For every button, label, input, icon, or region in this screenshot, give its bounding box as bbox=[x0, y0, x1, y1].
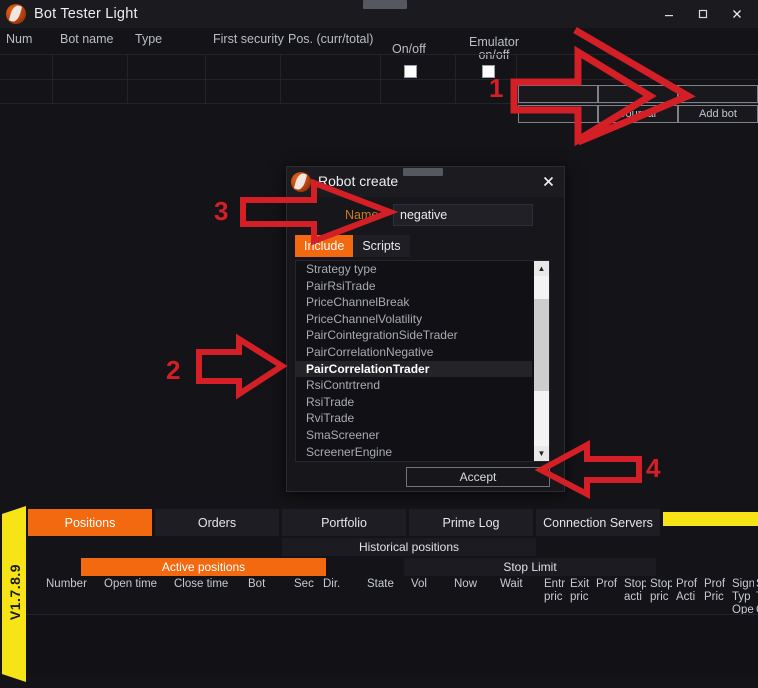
col-num: Num bbox=[6, 32, 33, 46]
annotation-number-3: 3 bbox=[214, 196, 229, 226]
annotation-number-1: 1 bbox=[489, 73, 504, 103]
tab-portfolio[interactable]: Portfolio bbox=[282, 509, 406, 536]
col-pos: Pos. (curr/total) bbox=[288, 32, 374, 46]
action-button-2[interactable] bbox=[598, 85, 678, 103]
tab-scripts[interactable]: Scripts bbox=[353, 235, 410, 257]
tab-include[interactable]: Include bbox=[295, 235, 354, 257]
col-bot: Bot bbox=[248, 578, 266, 590]
onoff-checkbox[interactable] bbox=[404, 65, 417, 78]
bot-action-buttons: Journal Add bot bbox=[518, 85, 758, 123]
close-icon[interactable] bbox=[538, 171, 558, 191]
journal-button[interactable]: Journal bbox=[598, 105, 678, 123]
positions-table-body[interactable] bbox=[26, 614, 758, 675]
bottom-panel: Positions Orders Portfolio Prime Log Con… bbox=[26, 506, 758, 682]
bottom-tabs: Positions Orders Portfolio Prime Log Con… bbox=[26, 509, 758, 536]
list-item[interactable]: PairRsiTrade bbox=[296, 278, 532, 295]
col-open-time: Open time bbox=[104, 578, 158, 590]
list-item[interactable]: PriceChannelVolatility bbox=[296, 311, 532, 328]
window-controls bbox=[652, 0, 754, 28]
annotation-number-4: 4 bbox=[646, 453, 661, 483]
col-signal-type-open: Sign Typ Ope bbox=[732, 578, 754, 616]
title-bar: Bot Tester Light bbox=[0, 0, 758, 28]
minimize-icon[interactable] bbox=[652, 0, 686, 28]
col-stop-price: Stop pric bbox=[650, 578, 672, 603]
action-button-1[interactable] bbox=[518, 85, 598, 103]
application-window: Bot Tester Light Num Bot name Type First… bbox=[0, 0, 758, 688]
subtab-active-positions[interactable]: Active positions bbox=[81, 558, 326, 576]
list-item[interactable]: RsiContrtrend bbox=[296, 377, 532, 394]
action-button-3[interactable] bbox=[678, 85, 758, 103]
col-stop-activation: Stop acti bbox=[624, 578, 646, 603]
col-number: Number bbox=[46, 578, 87, 590]
bottom-subtabs-row2: Active positions Stop Limit bbox=[26, 558, 758, 576]
tab-connection-servers[interactable]: Connection Servers bbox=[536, 509, 660, 536]
add-bot-button[interactable]: Add bot bbox=[678, 105, 758, 123]
list-item[interactable]: PriceChannelBreak bbox=[296, 294, 532, 311]
bot-table-panel: Num Bot name Type First security Pos. (c… bbox=[0, 28, 758, 130]
window-drag-handle[interactable] bbox=[363, 0, 407, 9]
col-state: State bbox=[367, 578, 394, 590]
window-title: Bot Tester Light bbox=[34, 6, 138, 22]
col-sec: Sec bbox=[294, 578, 314, 590]
list-item-selected[interactable]: PairCorrelationTrader bbox=[296, 360, 532, 378]
close-icon[interactable] bbox=[720, 0, 754, 28]
col-exit-price: Exit pric bbox=[570, 578, 590, 603]
bot-logo-icon bbox=[5, 3, 27, 25]
col-close-time: Close time bbox=[174, 578, 229, 590]
subtab-historical-positions[interactable]: Historical positions bbox=[282, 538, 536, 556]
col-bot-name: Bot name bbox=[60, 32, 114, 46]
list-item[interactable]: PairCorrelationNegative bbox=[296, 344, 532, 361]
annotation-arrow-2 bbox=[196, 333, 288, 400]
col-wait: Wait bbox=[500, 578, 523, 590]
col-profit: Prof bbox=[596, 578, 618, 590]
list-header-strategy-type: Strategy type bbox=[306, 262, 377, 276]
col-vol: Vol bbox=[411, 578, 427, 590]
dialog-title-bar: Robot create bbox=[287, 167, 564, 197]
col-first-security: First security bbox=[213, 32, 284, 46]
name-label: Name bbox=[345, 208, 379, 222]
tab-highlight-yellow[interactable] bbox=[663, 512, 758, 526]
maximize-icon[interactable] bbox=[686, 0, 720, 28]
list-item[interactable]: PairCointegrationSideTrader bbox=[296, 327, 532, 344]
chevron-down-icon[interactable]: ▼ bbox=[534, 446, 549, 461]
scrollbar-thumb[interactable] bbox=[534, 299, 549, 391]
dialog-name-row: Name negative bbox=[287, 204, 564, 228]
strategy-list-items: Strategy type PairRsiTrade PriceChannelB… bbox=[296, 261, 532, 460]
col-profit-activation: Prof Acti bbox=[676, 578, 698, 603]
subtab-stop-limit[interactable]: Stop Limit bbox=[404, 558, 656, 576]
annotation-number-2: 2 bbox=[166, 355, 181, 385]
chevron-up-icon[interactable]: ▲ bbox=[534, 261, 549, 276]
accept-button[interactable]: Accept bbox=[406, 467, 550, 487]
col-profit-price: Prof Pric bbox=[704, 578, 726, 603]
dialog-title: Robot create bbox=[318, 173, 399, 189]
list-scrollbar[interactable]: ▲ ▼ bbox=[534, 261, 549, 461]
robot-create-dialog: Robot create Name negative Include Scrip… bbox=[286, 166, 565, 492]
tab-prime-log[interactable]: Prime Log bbox=[409, 509, 533, 536]
col-entry-price: Entr pric bbox=[544, 578, 566, 603]
list-item[interactable]: SmaScreener bbox=[296, 427, 532, 444]
dialog-tabs: Include Scripts bbox=[295, 235, 410, 257]
list-item[interactable]: RsiTrade bbox=[296, 394, 532, 411]
version-strip: V1.7.8.9 bbox=[2, 506, 26, 682]
version-label: V1.7.8.9 bbox=[7, 563, 23, 621]
col-dir: Dir. bbox=[323, 578, 341, 590]
dialog-drag-handle[interactable] bbox=[403, 168, 443, 176]
bottom-subtabs-row1: Historical positions bbox=[26, 538, 758, 556]
positions-table-header: Number Open time Close time Bot Sec Dir.… bbox=[26, 578, 758, 616]
tab-positions[interactable]: Positions bbox=[28, 509, 152, 536]
col-type: Type bbox=[135, 32, 163, 46]
col-now: Now bbox=[454, 578, 478, 590]
action-button-4[interactable] bbox=[518, 105, 598, 123]
strategy-type-list[interactable]: Strategy type PairRsiTrade PriceChannelB… bbox=[295, 260, 550, 462]
list-item[interactable]: ScreenerEngine bbox=[296, 444, 532, 461]
tab-orders[interactable]: Orders bbox=[155, 509, 279, 536]
bot-logo-icon bbox=[291, 172, 311, 192]
name-input[interactable]: negative bbox=[393, 204, 533, 226]
list-item[interactable]: RviTrade bbox=[296, 410, 532, 427]
